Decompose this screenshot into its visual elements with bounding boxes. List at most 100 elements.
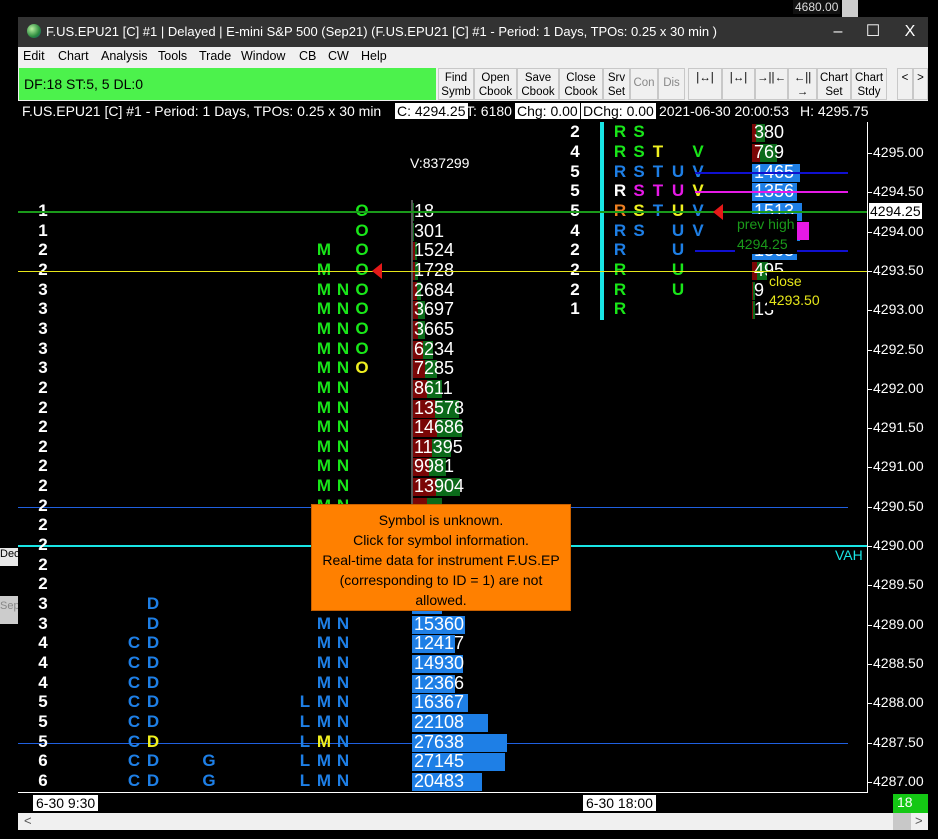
toolbar-button-findsymb[interactable]: Find Symb — [438, 68, 474, 100]
tpo-letter: R — [613, 220, 627, 240]
toolbar-button-savecbook[interactable]: Save Cbook — [517, 68, 559, 100]
tpo-count: 4 — [570, 220, 580, 240]
tpo-letter: T — [652, 142, 664, 162]
menu-cb[interactable]: CB — [299, 49, 316, 63]
tpo-count: 2 — [38, 456, 48, 476]
tpo-letter: N — [336, 751, 350, 771]
toolbar-button-[interactable]: > — [913, 68, 928, 100]
button-label: Dis — [663, 77, 680, 89]
tpo-count: 5 — [570, 181, 580, 201]
volume-value: 8611 — [414, 377, 453, 398]
menu-cw[interactable]: CW — [328, 49, 349, 63]
axis-label: 4291.50 — [873, 419, 924, 436]
toolbar-button-chartstdy[interactable]: Chart Stdy — [851, 68, 887, 100]
tpo-chart-area[interactable]: V:837299 1O181O3012MO15242MO17283MNO2684… — [18, 122, 868, 793]
close-triangle-icon — [372, 262, 382, 279]
tpo-count: 4 — [38, 672, 48, 692]
tpo-letter: M — [316, 299, 332, 319]
horizontal-scrollbar[interactable]: < > — [18, 813, 928, 830]
minimize-button[interactable]: – — [818, 21, 858, 43]
tpo-letter: N — [336, 338, 350, 358]
toolbar-button-opencbook[interactable]: Open Cbook — [474, 68, 517, 100]
tpo-letter: D — [146, 613, 160, 633]
close-button[interactable]: X — [890, 21, 930, 43]
tpo-letter: M — [316, 338, 332, 358]
tpo-letter: N — [336, 613, 350, 633]
button-label: ←||→ — [793, 72, 812, 98]
axis-tick — [868, 663, 872, 665]
tpo-letter: R — [613, 259, 627, 279]
prev-high-label: prev high 4294.25 — [735, 214, 797, 254]
title-bar[interactable]: F.US.EPU21 [C] #1 | Delayed | E-mini S&P… — [18, 17, 928, 47]
toolbar-button-con[interactable]: Con — [630, 68, 658, 100]
button-label: Symb — [441, 86, 471, 98]
background-tab-dec[interactable]: Dec — [0, 548, 18, 566]
globe-icon — [27, 24, 41, 38]
tpo-count: 4 — [38, 652, 48, 672]
menu-analysis[interactable]: Analysis — [101, 49, 148, 63]
tpo-letter: N — [336, 436, 350, 456]
toolbar-button-[interactable]: < — [897, 68, 913, 100]
tpo-letter: N — [336, 633, 350, 653]
toolbar-button-closecbook[interactable]: Close Cbook — [559, 68, 603, 100]
tpo-letter: O — [355, 220, 369, 240]
volume-value: 20483 — [414, 770, 465, 791]
tpo-letter: C — [127, 751, 141, 771]
button-label: > — [917, 72, 924, 84]
tpo-letter: C — [127, 770, 141, 790]
axis-tick — [868, 270, 872, 272]
volume-value: 12417 — [414, 633, 465, 654]
popup-line: Real-time data for instrument F.US.EP — [322, 552, 560, 568]
toolbar-button-[interactable]: |↔| — [722, 68, 755, 100]
change: Chg: 0.00 — [515, 103, 580, 119]
volume-value: 15360 — [414, 613, 465, 634]
tpo-letter: R — [613, 122, 627, 142]
scroll-left-button[interactable]: < — [24, 813, 32, 828]
menu-tools[interactable]: Tools — [158, 49, 187, 63]
button-label: Srv — [607, 72, 626, 84]
volume-value: 769 — [754, 142, 785, 163]
toolbar-button-[interactable]: →||← — [755, 68, 788, 100]
tpo-count: 2 — [38, 515, 48, 535]
info-bar: F.US.EPU21 [C] #1 - Period: 1 Days, TPOs… — [18, 101, 869, 122]
tpo-count: 2 — [38, 240, 48, 260]
button-label: Open — [481, 72, 510, 84]
tpo-letter: G — [202, 770, 216, 790]
tpo-letter: V — [692, 142, 704, 162]
scroll-thumb[interactable] — [893, 813, 911, 830]
time-label-mid: 6-30 18:00 — [583, 795, 656, 811]
toolbar-button-dis[interactable]: Dis — [658, 68, 685, 100]
axis-tick — [868, 310, 872, 312]
maximize-button[interactable]: ☐ — [853, 21, 893, 43]
button-label: Close — [566, 72, 596, 84]
tpo-letter: M — [316, 417, 332, 437]
tpo-letter: M — [316, 613, 332, 633]
background-tab-sep[interactable]: Sep — [0, 596, 18, 624]
menu-edit[interactable]: Edit — [23, 49, 45, 63]
menu-chart[interactable]: Chart — [58, 49, 89, 63]
toolbar-button-chartset[interactable]: Chart Set — [817, 68, 851, 100]
tpo-count: 2 — [38, 495, 48, 515]
toolbar-button-[interactable]: ←||→ — [788, 68, 817, 100]
scroll-right-button[interactable]: > — [915, 813, 923, 828]
menu-help[interactable]: Help — [361, 49, 387, 63]
tpo-count: 3 — [38, 279, 48, 299]
axis-tick — [868, 192, 872, 194]
toolbar-button-[interactable]: |↔| — [688, 68, 722, 100]
symbol-unknown-popup[interactable]: Symbol is unknown. Click for symbol infor… — [311, 504, 571, 611]
tpo-letter: D — [146, 633, 160, 653]
toolbar-button-srvset[interactable]: Srv Set — [603, 68, 630, 100]
tpo-letter: T — [652, 181, 664, 201]
menu-trade[interactable]: Trade — [199, 49, 231, 63]
level-line — [695, 191, 848, 194]
menu-window[interactable]: Window — [241, 49, 285, 63]
tpo-letter: S — [633, 122, 645, 142]
price-axis[interactable]: 4295.00 4294.50 4294.00 4293.50 4293.00 4292.… — [868, 122, 928, 793]
tpo-letter: M — [316, 397, 332, 417]
axis-label: 4288.00 — [873, 694, 924, 711]
axis-tick — [868, 703, 872, 705]
tpo-letter: D — [146, 652, 160, 672]
tpo-letter: M — [316, 672, 332, 692]
volume-value: 27145 — [414, 751, 465, 772]
tpo-count: 2 — [570, 259, 580, 279]
